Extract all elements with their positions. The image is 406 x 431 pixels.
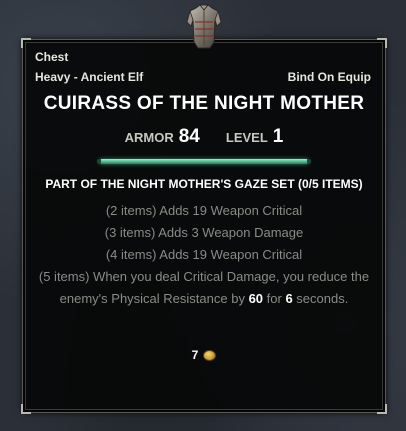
set-bonus-5-duration: 6 <box>285 291 293 306</box>
set-bonus-3: (3 items) Adds 3 Weapon Damage <box>104 225 304 240</box>
set-bonus-5: (5 items) When you deal Critical Damage,… <box>33 266 375 310</box>
set-title: PART OF THE NIGHT MOTHER'S GAZE SET (0/5… <box>45 177 363 191</box>
tooltip-corner <box>377 38 387 48</box>
item-info-row: Heavy - Ancient Elf Bind On Equip <box>35 70 371 84</box>
level-value: 1 <box>272 126 284 147</box>
set-bonus-4: (4 items) Adds 19 Weapon Critical <box>105 247 303 262</box>
set-bonus-2: (2 items) Adds 19 Weapon Critical <box>105 203 303 218</box>
level-stat: LEVEL 1 <box>226 126 283 148</box>
set-bonus-5-value: 60 <box>248 291 264 306</box>
armor-type: Heavy - Ancient Elf <box>35 70 144 84</box>
level-label: LEVEL <box>225 130 268 145</box>
set-bonus-5-text: for <box>263 291 286 306</box>
tooltip-corner <box>377 404 387 414</box>
condition-bar <box>97 159 311 164</box>
gold-coin-icon <box>203 349 217 361</box>
item-name: CUIRASS OF THE NIGHT MOTHER <box>43 93 365 114</box>
set-bonuses: (2 items) Adds 19 Weapon Critical (3 ite… <box>33 200 375 310</box>
gold-value: 7 <box>191 348 199 362</box>
item-stats: ARMOR 84 LEVEL 1 <box>23 126 385 148</box>
tooltip-corner <box>21 38 31 48</box>
item-value: 7 <box>23 348 385 362</box>
armor-label: ARMOR <box>124 130 174 145</box>
item-tooltip: Chest Heavy - Ancient Elf Bind On Equip … <box>21 38 387 414</box>
bind-type: Bind On Equip <box>287 70 371 84</box>
tooltip-corner <box>21 404 31 414</box>
cuirass-icon <box>186 4 222 49</box>
equip-slot: Chest <box>35 50 69 64</box>
set-bonus-5-text: seconds. <box>292 291 349 306</box>
armor-stat: ARMOR 84 <box>125 126 200 148</box>
armor-value: 84 <box>178 126 200 147</box>
